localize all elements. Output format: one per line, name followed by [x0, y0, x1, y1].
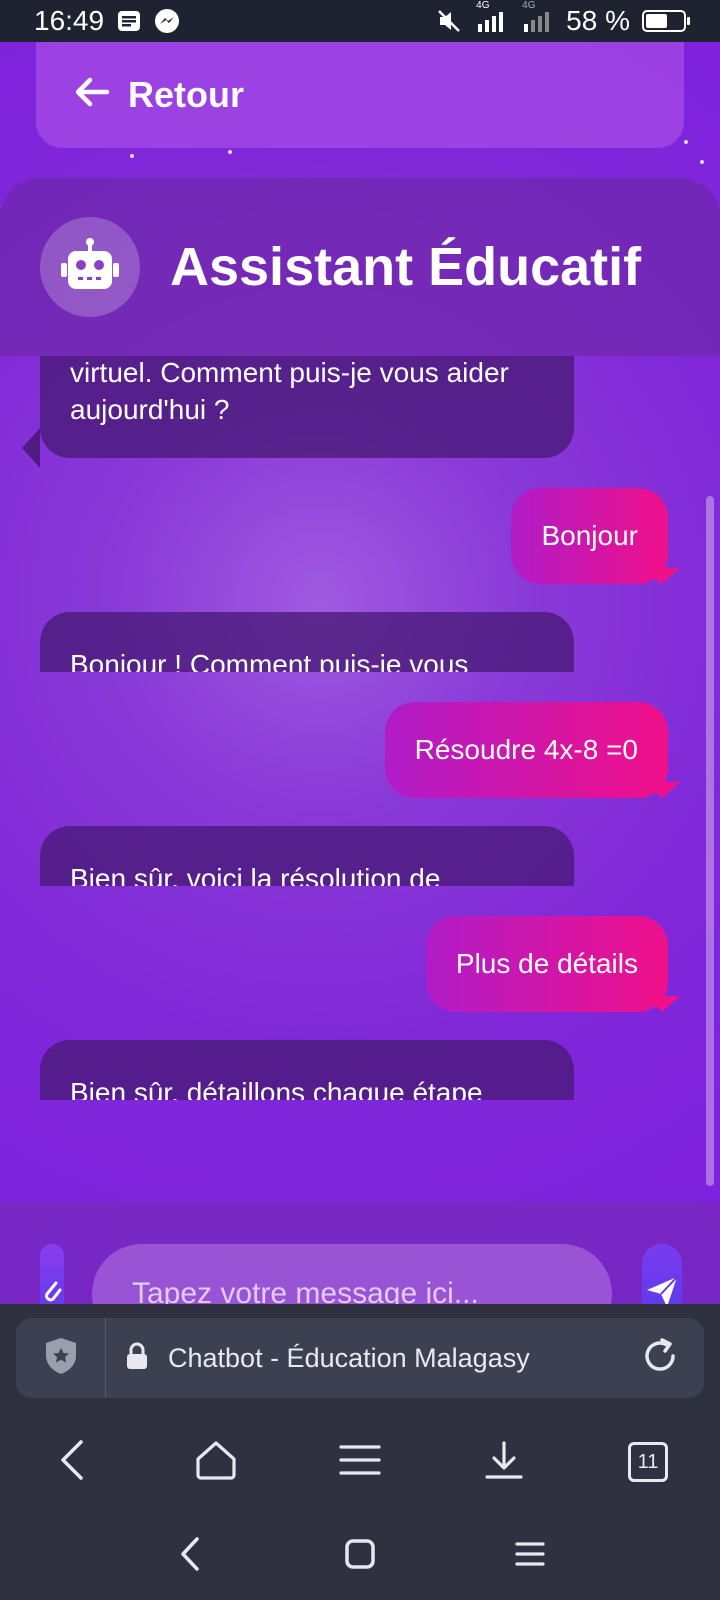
chat-scrollbar[interactable] — [706, 496, 714, 1186]
paperclip-icon — [41, 1277, 63, 1305]
url-text: Chatbot - Éducation Malagasy — [168, 1342, 530, 1373]
bot-message-text: Bonjour ! Comment puis-je vous — [70, 649, 469, 672]
message-input[interactable] — [92, 1244, 612, 1304]
bot-message-text: virtuel. Comment puis-je vous aider aujo… — [70, 357, 509, 425]
browser-toolbar: 11 — [0, 1412, 720, 1512]
bot-message-text: Bien sûr, voici la résolution de — [70, 863, 441, 886]
bot-message-text: Bien sûr, détaillons chaque étape — [70, 1077, 483, 1100]
bot-message: Bien sûr, voici la résolution de — [40, 826, 574, 886]
bot-avatar — [40, 217, 140, 317]
battery-icon — [642, 10, 690, 32]
shield-button[interactable] — [16, 1318, 106, 1398]
bot-message: virtuel. Comment puis-je vous aider aujo… — [40, 356, 574, 458]
message-composer — [0, 1202, 720, 1304]
decor-dot — [130, 154, 134, 158]
user-message-tail — [644, 782, 680, 798]
bot-message: Bien sûr, détaillons chaque étape — [40, 1040, 574, 1100]
status-right: 4G 4G 58 % — [436, 0, 690, 37]
user-message-tail — [644, 568, 680, 584]
chat-messages[interactable]: virtuel. Comment puis-je vous aider aujo… — [0, 356, 720, 1202]
lock-icon — [124, 1341, 150, 1376]
decor-dot — [700, 160, 704, 164]
user-message-text: Bonjour — [541, 520, 638, 551]
messenger-icon — [154, 8, 180, 34]
user-message-text: Résoudre 4x-8 =0 — [414, 734, 638, 765]
system-back-button[interactable] — [160, 1526, 220, 1586]
browser-tabs-button[interactable]: 11 — [618, 1432, 678, 1492]
chatbot-app: Retour Assistant Éducatif virtuel. Comme… — [0, 42, 720, 1304]
shield-icon — [44, 1336, 78, 1381]
system-recents-button[interactable] — [500, 1526, 560, 1586]
network-label-1: 4G — [476, 0, 490, 11]
battery-percent: 58 % — [566, 5, 630, 36]
chevron-left-icon — [178, 1536, 202, 1577]
user-message-text: Plus de détails — [455, 948, 638, 979]
send-icon — [645, 1275, 679, 1304]
system-home-button[interactable] — [330, 1526, 390, 1586]
menu-icon — [515, 1540, 545, 1573]
menu-icon — [338, 1442, 382, 1483]
status-left: 16:49 — [34, 5, 180, 37]
square-icon — [345, 1538, 375, 1574]
robot-icon — [60, 237, 120, 298]
notification-icon — [116, 8, 142, 34]
url-pill[interactable]: Chatbot - Éducation Malagasy — [16, 1318, 704, 1398]
page-title: Assistant Éducatif — [170, 237, 642, 297]
mute-icon — [436, 8, 462, 34]
decor-dot — [684, 140, 688, 144]
bot-message: Bonjour ! Comment puis-je vous — [40, 612, 574, 672]
home-icon — [194, 1439, 238, 1486]
tab-count: 11 — [637, 1450, 659, 1473]
system-navigation-bar — [0, 1512, 720, 1600]
user-message: Résoudre 4x-8 =0 — [384, 702, 668, 798]
bot-message-tail — [22, 428, 40, 468]
signal-icon-2: 4G — [520, 0, 554, 34]
battery-fill — [646, 14, 667, 28]
browser-download-button[interactable] — [474, 1432, 534, 1492]
back-button[interactable]: Retour — [36, 42, 684, 148]
browser-menu-button[interactable] — [330, 1432, 390, 1492]
attach-button[interactable] — [40, 1244, 64, 1304]
reload-icon[interactable] — [640, 1336, 680, 1381]
chat-header: Assistant Éducatif — [0, 178, 720, 356]
user-message: Plus de détails — [425, 916, 668, 1012]
download-icon — [483, 1439, 525, 1486]
signal-icon-1: 4G — [474, 0, 508, 34]
clock: 16:49 — [34, 5, 105, 36]
browser-home-button[interactable] — [186, 1432, 246, 1492]
send-button[interactable] — [642, 1244, 682, 1304]
browser-address-bar: Chatbot - Éducation Malagasy — [0, 1304, 720, 1412]
browser-back-button[interactable] — [42, 1432, 102, 1492]
chevron-left-icon — [57, 1438, 87, 1487]
network-label-2: 4G — [522, 0, 536, 11]
decor-dot — [228, 150, 232, 154]
arrow-left-icon — [74, 74, 110, 116]
tabs-icon: 11 — [628, 1442, 668, 1482]
back-label: Retour — [128, 74, 244, 115]
status-bar: 16:49 4G 4G 58 % — [0, 0, 720, 42]
user-message-tail — [644, 996, 680, 1012]
